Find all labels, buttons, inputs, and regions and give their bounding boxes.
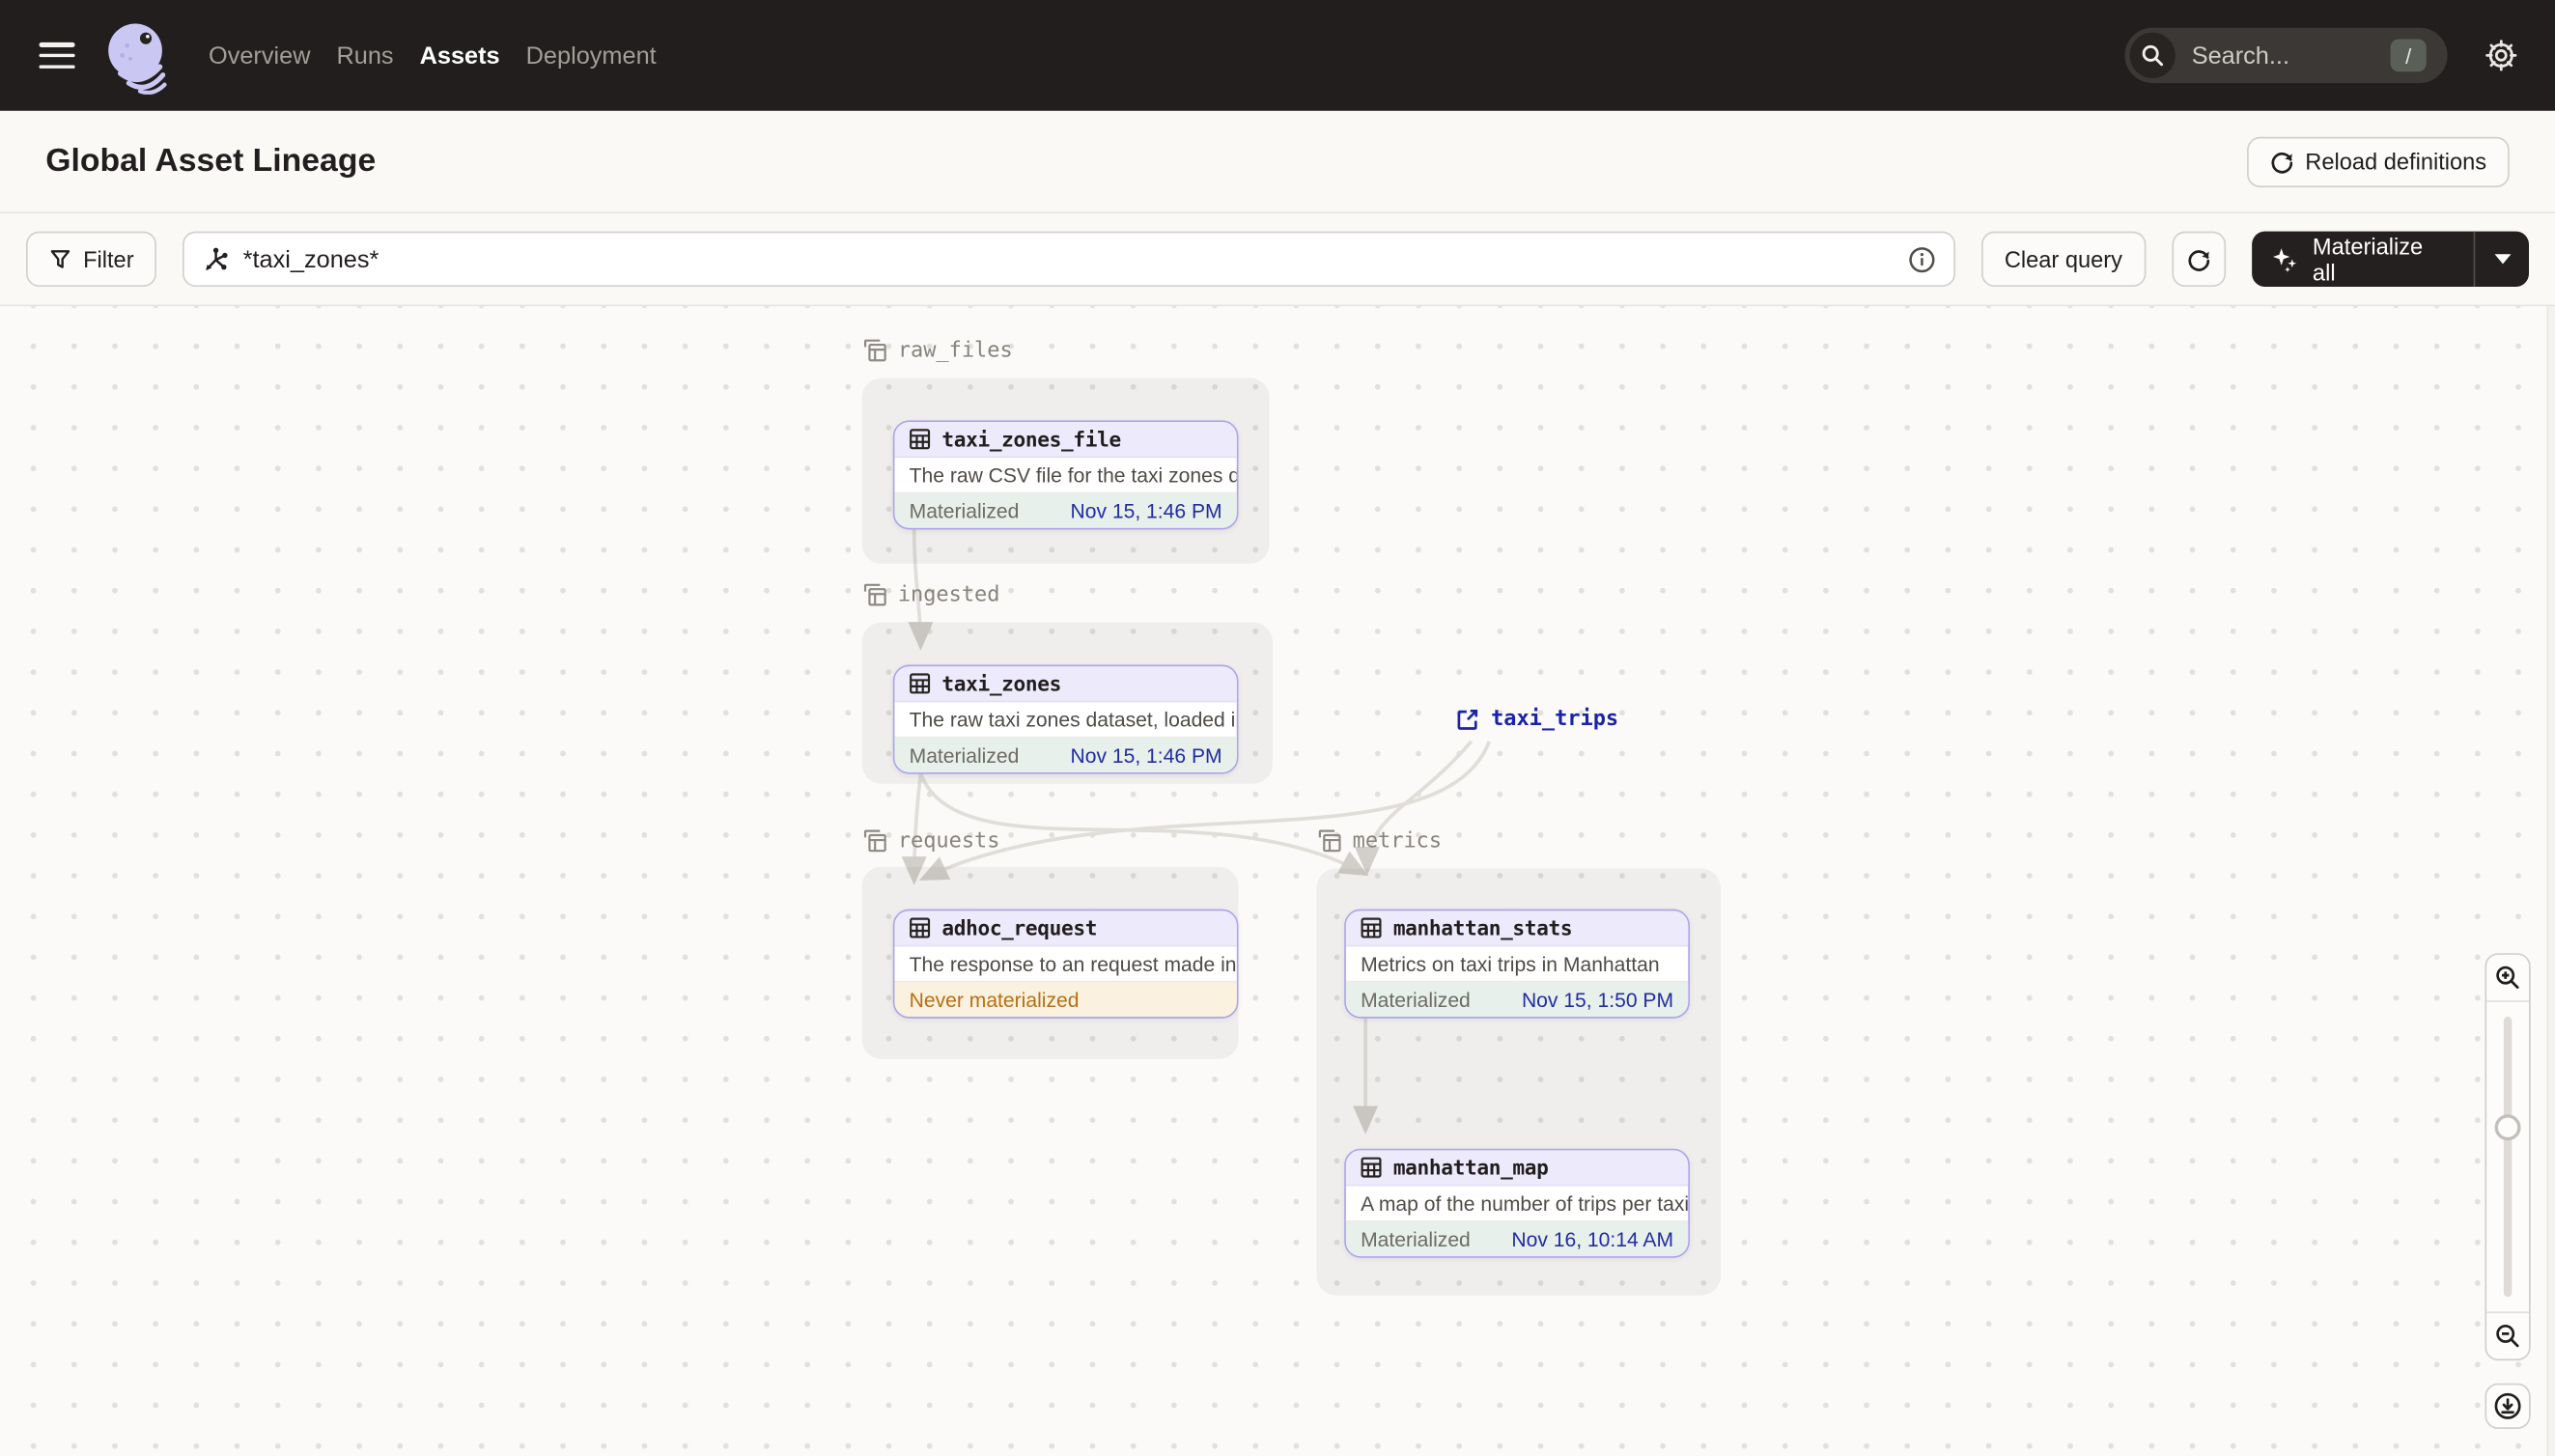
zoom-in-button[interactable] (2486, 955, 2529, 1002)
asset-name: taxi_zones (941, 671, 1062, 696)
zoom-slider-handle[interactable] (2494, 1114, 2521, 1141)
group-label-raw-files[interactable]: raw_files (862, 337, 1013, 363)
zoom-out-button[interactable] (2486, 1311, 2529, 1358)
download-circle-icon (2494, 1392, 2521, 1419)
funnel-icon (50, 250, 70, 268)
gear-icon[interactable] (2484, 38, 2519, 73)
asset-node-taxi-zones[interactable]: taxi_zones The raw taxi zones dataset, l… (892, 664, 1239, 774)
stacked-tables-icon (863, 339, 886, 362)
table-icon (910, 429, 931, 450)
materialization-timestamp: Nov 15, 1:46 PM (1070, 743, 1222, 767)
materialize-all-button[interactable]: Materialize all (2253, 232, 2474, 287)
nav-item-overview[interactable]: Overview (209, 32, 310, 79)
asset-node-adhoc-request[interactable]: adhoc_request The response to an request… (892, 909, 1239, 1019)
asset-description: The response to an request made in th... (894, 946, 1237, 983)
menu-icon[interactable] (39, 42, 75, 69)
app-window: Overview Runs Assets Deployment Search..… (0, 0, 2555, 1456)
asset-node-manhattan-stats[interactable]: manhattan_stats Metrics on taxi trips in… (1344, 909, 1690, 1019)
asset-status-row: Materialized Nov 15, 1:46 PM (894, 493, 1237, 528)
zoom-in-icon (2496, 966, 2519, 989)
search-placeholder: Search... (2191, 42, 2289, 70)
filter-button-label: Filter (83, 245, 134, 272)
status-badge: Materialized (909, 499, 1020, 522)
download-view-button[interactable] (2485, 1383, 2531, 1429)
nav-item-deployment[interactable]: Deployment (526, 32, 657, 79)
group-label-text: requests (897, 828, 1000, 854)
asset-description: A map of the number of trips per taxi z.… (1345, 1187, 1689, 1222)
group-label-text: raw_files (897, 338, 1013, 363)
asset-status-row: Never materialized (894, 982, 1237, 1017)
refresh-graph-button[interactable] (2171, 231, 2227, 287)
caret-down-icon (2493, 254, 2511, 265)
filter-button[interactable]: Filter (26, 231, 157, 287)
external-asset-name: taxi_trips (1491, 707, 1619, 732)
info-icon[interactable] (1908, 245, 1936, 273)
group-label-text: metrics (1352, 828, 1443, 854)
group-label-requests[interactable]: requests (862, 827, 1000, 854)
table-icon (910, 917, 931, 938)
status-badge: Materialized (1361, 988, 1471, 1012)
materialization-timestamp: Nov 15, 1:50 PM (1521, 988, 1674, 1012)
search-icon (2129, 32, 2176, 78)
page-header: Global Asset Lineage Reload definitions (0, 110, 2555, 214)
page-title: Global Asset Lineage (45, 142, 377, 179)
asset-node-taxi-zones-file[interactable]: taxi_zones_file The raw CSV file for the… (892, 420, 1239, 530)
search-input[interactable]: Search... / (2124, 27, 2448, 84)
canvas-scrollbar[interactable] (2546, 306, 2555, 1456)
external-link-icon (1457, 709, 1478, 730)
slash-shortcut-badge: / (2390, 39, 2427, 72)
lineage-canvas[interactable]: raw_files ingested requests metrics taxi… (0, 306, 2555, 1456)
asset-description: Metrics on taxi trips in Manhattan (1345, 946, 1689, 983)
status-badge: Materialized (909, 743, 1020, 767)
top-nav: Overview Runs Assets Deployment Search..… (0, 0, 2555, 111)
nav-item-runs[interactable]: Runs (336, 32, 393, 79)
asset-name: adhoc_request (941, 915, 1098, 940)
asset-name: manhattan_map (1392, 1155, 1549, 1180)
asset-selection-input-wrap (182, 231, 1956, 287)
materialization-timestamp: Nov 16, 10:14 AM (1511, 1227, 1674, 1251)
asset-status-row: Materialized Nov 15, 1:46 PM (894, 738, 1237, 772)
status-badge: Never materialized (909, 988, 1080, 1012)
asset-description: The raw taxi zones dataset, loaded int..… (894, 702, 1237, 739)
group-label-metrics[interactable]: metrics (1317, 827, 1443, 854)
status-badge: Materialized (1361, 1227, 1471, 1251)
zoom-out-icon (2496, 1324, 2519, 1348)
refresh-icon (2188, 249, 2209, 271)
asset-name: manhattan_stats (1392, 915, 1573, 940)
asset-status-row: Materialized Nov 15, 1:50 PM (1345, 982, 1689, 1017)
table-icon (1361, 1157, 1382, 1178)
group-label-ingested[interactable]: ingested (862, 581, 1000, 607)
reload-definitions-label: Reload definitions (2305, 148, 2487, 175)
materialize-all-split-button: Materialize all (2252, 231, 2529, 287)
nav-menu: Overview Runs Assets Deployment (209, 32, 657, 79)
stacked-tables-icon (863, 583, 886, 606)
nav-item-assets[interactable]: Assets (420, 32, 500, 79)
materialize-options-button[interactable] (2473, 231, 2529, 287)
stacked-tables-icon (863, 829, 886, 853)
clear-query-label: Clear query (2004, 245, 2122, 272)
reload-definitions-button[interactable]: Reload definitions (2246, 135, 2510, 187)
group-label-text: ingested (897, 582, 1000, 607)
zoom-slider[interactable] (2486, 1002, 2529, 1312)
asset-name: taxi_zones_file (941, 427, 1121, 452)
zoom-slider-track[interactable] (2503, 1017, 2513, 1298)
zoom-controls (2485, 953, 2531, 1361)
stacked-tables-icon (1318, 829, 1341, 853)
asset-selection-input[interactable] (242, 244, 1909, 273)
asset-graph-icon (206, 246, 228, 270)
dagster-logo-icon[interactable] (101, 16, 173, 95)
materialization-timestamp: Nov 15, 1:46 PM (1070, 499, 1222, 522)
external-asset-taxi-trips[interactable]: taxi_trips (1455, 707, 1619, 732)
asset-description: The raw CSV file for the taxi zones dat.… (894, 458, 1237, 494)
table-icon (1361, 917, 1382, 938)
lineage-edges (901, 529, 1492, 1135)
asset-node-manhattan-map[interactable]: manhattan_map A map of the number of tri… (1344, 1148, 1690, 1258)
lineage-toolbar: Filter Clear query (0, 213, 2555, 307)
table-icon (910, 673, 931, 694)
sparkle-icon (2273, 247, 2297, 272)
materialize-all-label: Materialize all (2312, 233, 2424, 286)
asset-status-row: Materialized Nov 16, 10:14 AM (1345, 1221, 1689, 1257)
clear-query-button[interactable]: Clear query (1981, 231, 2146, 287)
refresh-icon (2271, 152, 2292, 173)
